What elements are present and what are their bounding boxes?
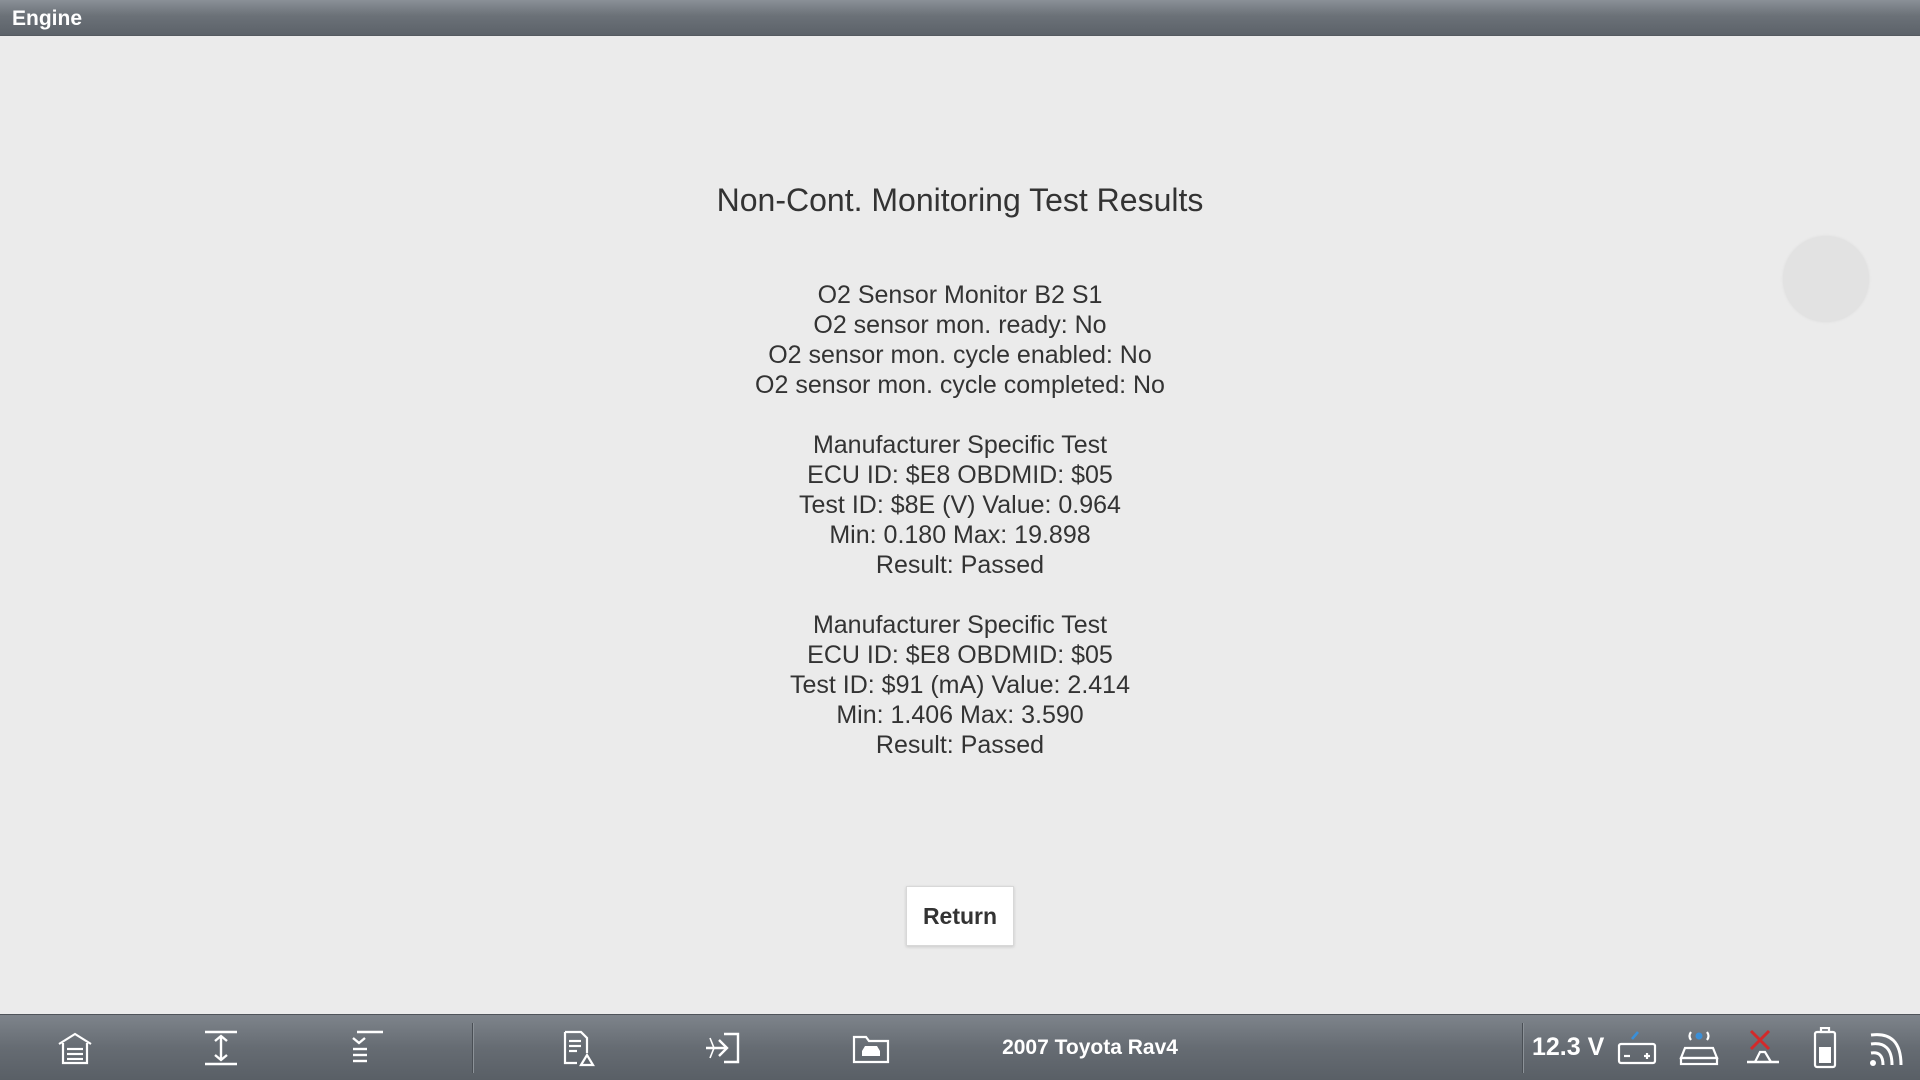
taskbar-separator: [1522, 1023, 1524, 1073]
result-line: ECU ID: $E8 OBDMID: $05: [807, 641, 1113, 669]
app-title-bar: Engine: [0, 0, 1920, 36]
floating-action-button[interactable]: [1783, 236, 1869, 322]
expand-icon[interactable]: [198, 1025, 244, 1071]
result-line: ECU ID: $E8 OBDMID: $05: [807, 461, 1113, 489]
result-block-manufacturer-test-1: Manufacturer Specific Test ECU ID: $E8 O…: [0, 430, 1920, 580]
report-title: Non-Cont. Monitoring Test Results: [716, 182, 1204, 218]
result-line: Min: 1.406 Max: 3.590: [836, 701, 1084, 729]
vci-icon[interactable]: [1676, 1025, 1722, 1071]
result-line: O2 sensor mon. ready: No: [813, 311, 1107, 339]
result-line: Test ID: $8E (V) Value: 0.964: [799, 491, 1121, 519]
result-line: Result: Passed: [875, 551, 1045, 579]
battery-icon: [1802, 1025, 1848, 1071]
main-content: Non-Cont. Monitoring Test Results O2 Sen…: [0, 36, 1920, 1014]
result-line: O2 sensor mon. cycle completed: No: [755, 371, 1165, 399]
vehicle-name: 2007 Toyota Rav4: [1002, 1036, 1178, 1059]
result-line: O2 Sensor Monitor B2 S1: [817, 281, 1103, 309]
bottom-taskbar: 2007 Toyota Rav4 12.3 V: [0, 1014, 1920, 1080]
result-line: Manufacturer Specific Test: [812, 431, 1108, 459]
result-block-manufacturer-test-2: Manufacturer Specific Test ECU ID: $E8 O…: [0, 610, 1920, 760]
result-line: Min: 0.180 Max: 19.898: [829, 521, 1091, 549]
exit-icon[interactable]: [700, 1025, 746, 1071]
disconnected-icon[interactable]: [1740, 1025, 1786, 1071]
home-garage-icon[interactable]: [52, 1025, 98, 1071]
result-block-o2-sensor: O2 Sensor Monitor B2 S1 O2 sensor mon. r…: [0, 280, 1920, 400]
result-line: Test ID: $91 (mA) Value: 2.414: [790, 671, 1130, 699]
return-button[interactable]: Return: [906, 886, 1014, 946]
app-title: Engine: [12, 7, 83, 30]
battery-connection-icon[interactable]: [1614, 1025, 1660, 1071]
result-line: Manufacturer Specific Test: [812, 611, 1108, 639]
vehicle-icon[interactable]: [848, 1025, 894, 1071]
taskbar-separator: [472, 1023, 474, 1073]
test-results: O2 Sensor Monitor B2 S1 O2 sensor mon. r…: [0, 280, 1920, 790]
result-line: Result: Passed: [875, 731, 1045, 759]
wifi-icon[interactable]: [1866, 1025, 1912, 1071]
voltage-readout: 12.3 V: [1532, 1033, 1605, 1061]
report-icon[interactable]: [554, 1025, 600, 1071]
collapse-icon[interactable]: [344, 1025, 390, 1071]
result-line: O2 sensor mon. cycle enabled: No: [768, 341, 1152, 369]
